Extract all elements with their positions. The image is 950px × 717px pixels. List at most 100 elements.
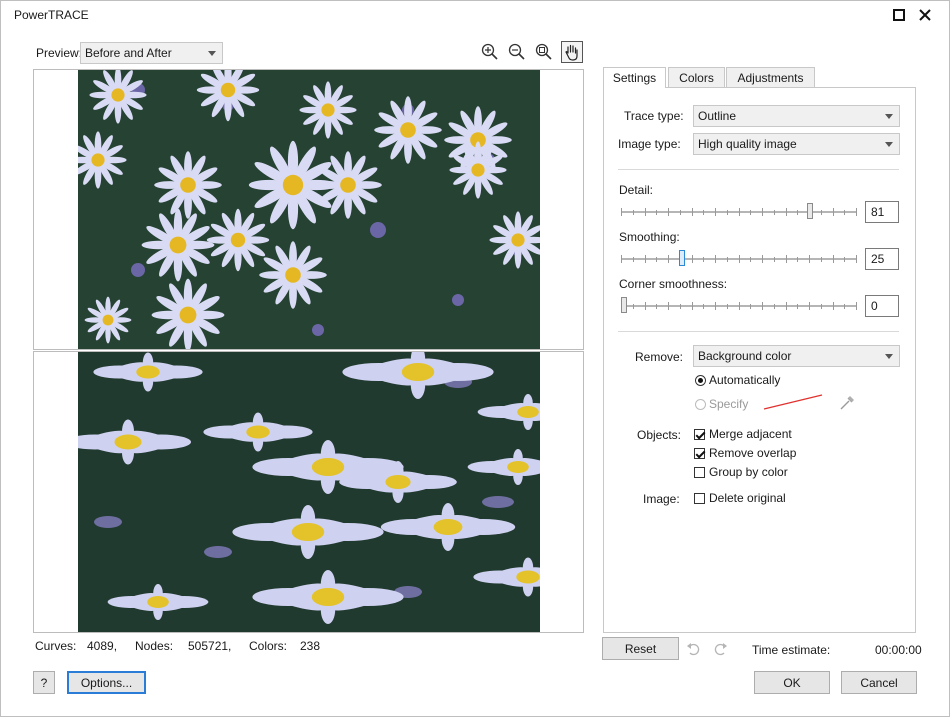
automatically-radio[interactable] [695, 375, 706, 386]
smoothing-slider[interactable] [621, 250, 857, 266]
active-tab-joiner [604, 86, 665, 88]
slider-tick [833, 255, 834, 263]
tab-adjustments-label: Adjustments [737, 71, 804, 85]
delete-original-checkbox[interactable] [694, 493, 705, 504]
zoom-fit-button[interactable] [534, 42, 554, 62]
chevron-down-icon [208, 51, 216, 56]
slider-thumb[interactable] [807, 203, 813, 219]
smoothing-value-input[interactable]: 25 [865, 248, 899, 270]
curves-count: 4089, [87, 639, 118, 653]
preview-mode-value: Before and After [85, 46, 172, 60]
slider-tick [739, 208, 740, 216]
time-estimate-label: Time estimate: [752, 643, 831, 657]
tab-adjustments[interactable]: Adjustments [726, 67, 815, 88]
close-button[interactable] [914, 4, 936, 26]
slider-tick [727, 210, 728, 215]
title-bar: PowerTRACE [0, 0, 948, 30]
remove-select[interactable]: Background color [693, 345, 900, 367]
detail-label: Detail: [619, 183, 654, 197]
slider-tick [621, 255, 622, 263]
slider-tick [656, 304, 657, 309]
smoothing-value: 25 [871, 252, 885, 266]
slider-tick [856, 208, 857, 216]
preview-mode-select[interactable]: Before and After [80, 42, 223, 64]
chevron-down-icon [885, 142, 893, 147]
group-by-color-checkbox[interactable] [694, 467, 705, 478]
remove-value: Background color [698, 349, 792, 363]
slider-thumb[interactable] [621, 297, 627, 313]
slider-tick [750, 210, 751, 215]
zoom-in-icon [481, 43, 498, 60]
remove-label: Remove: [635, 350, 684, 364]
redo-button[interactable] [712, 641, 728, 657]
corner-smoothness-slider[interactable] [621, 297, 857, 313]
preview-label: Preview: [36, 46, 83, 60]
trace-type-label: Trace type: [624, 109, 684, 123]
slider-tick [844, 210, 845, 215]
ok-button-label: OK [783, 676, 801, 690]
slider-tick [797, 304, 798, 309]
help-button[interactable]: ? [33, 671, 55, 694]
slider-tick [727, 257, 728, 262]
slider-tick [645, 208, 646, 216]
slider-tick [856, 302, 857, 310]
remove-overlap-checkbox[interactable] [694, 448, 705, 459]
merge-adjacent-checkbox[interactable] [694, 429, 705, 440]
maximize-button[interactable] [888, 4, 910, 26]
slider-tick [833, 208, 834, 216]
specify-radio[interactable] [695, 399, 706, 410]
slider-tick [656, 210, 657, 215]
after-preview-pane[interactable] [33, 351, 584, 633]
zoom-out-button[interactable] [507, 42, 527, 62]
cancel-button[interactable]: Cancel [841, 671, 917, 694]
image-type-select[interactable]: High quality image [693, 133, 900, 155]
chevron-down-icon [885, 114, 893, 119]
slider-tick [809, 255, 810, 263]
slider-tick [680, 304, 681, 309]
before-preview-pane[interactable] [33, 69, 584, 350]
slider-tick [750, 257, 751, 262]
divider [618, 331, 899, 332]
slider-tick [844, 257, 845, 262]
slider-tick [633, 304, 634, 309]
detail-slider[interactable] [621, 203, 857, 219]
redo-icon [714, 643, 727, 656]
corner-smoothness-value: 0 [871, 299, 878, 313]
tab-colors[interactable]: Colors [668, 67, 725, 88]
zoom-in-button[interactable] [480, 42, 500, 62]
traced-image [78, 352, 540, 632]
slider-tick [797, 257, 798, 262]
close-icon [919, 9, 931, 21]
curves-label: Curves: [35, 639, 77, 653]
slider-tick [786, 302, 787, 310]
slider-tick [668, 302, 669, 310]
ok-button[interactable]: OK [754, 671, 830, 694]
reset-button[interactable]: Reset [602, 637, 679, 660]
slider-thumb[interactable] [679, 250, 685, 266]
trace-type-select[interactable]: Outline [693, 105, 900, 127]
slider-tick [844, 304, 845, 309]
slider-tick [774, 304, 775, 309]
window-title: PowerTRACE [14, 8, 89, 22]
eyedropper-button[interactable] [838, 394, 856, 412]
image-label: Image: [643, 492, 680, 506]
undo-button[interactable] [686, 641, 702, 657]
original-image [78, 70, 540, 349]
slider-tick [786, 208, 787, 216]
detail-value-input[interactable]: 81 [865, 201, 899, 223]
slider-tick [692, 302, 693, 310]
specify-color-swatch[interactable] [762, 393, 824, 411]
slider-tick [833, 302, 834, 310]
slider-tick [727, 304, 728, 309]
help-button-label: ? [40, 676, 48, 690]
options-button[interactable]: Options... [67, 671, 146, 694]
pan-button[interactable] [561, 41, 583, 63]
slider-tick [703, 304, 704, 309]
slider-tick [680, 210, 681, 215]
nodes-label: Nodes: [135, 639, 174, 653]
slider-tick [692, 208, 693, 216]
colors-count: 238 [300, 639, 321, 653]
corner-smoothness-value-input[interactable]: 0 [865, 295, 899, 317]
slider-tick [715, 302, 716, 310]
image-type-label: Image type: [618, 137, 681, 151]
